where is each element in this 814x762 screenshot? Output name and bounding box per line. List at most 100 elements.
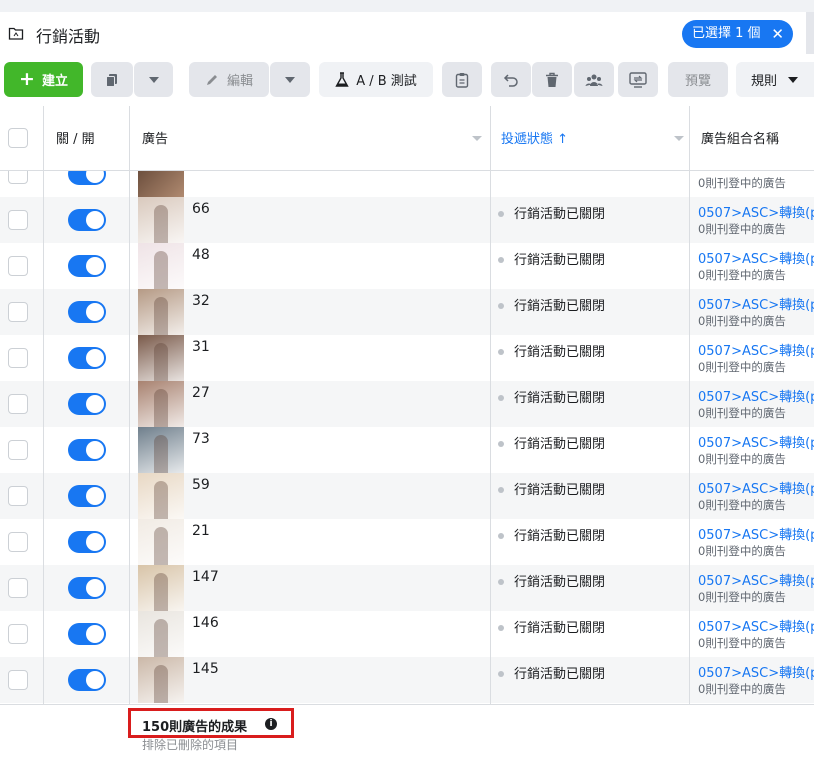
adset-name-link[interactable]: 0507>ASC>轉換(pu <box>698 202 814 221</box>
info-icon[interactable]: i <box>265 718 277 730</box>
row-toggle[interactable] <box>68 347 106 369</box>
toggle-knob <box>86 441 104 459</box>
table-row[interactable]: 27 行銷活動已關閉 0507>ASC>轉換(pu 0則刊登中的廣告 <box>0 381 814 427</box>
row-toggle[interactable] <box>68 439 106 461</box>
ad-name[interactable]: 73 <box>192 431 210 447</box>
thumbnail-figure <box>154 205 168 243</box>
ad-name[interactable]: 21 <box>192 523 210 539</box>
adset-name-link[interactable]: 0507>ASC>轉換(pu <box>698 340 814 359</box>
row-checkbox[interactable] <box>8 302 28 322</box>
table-row[interactable]: 73 行銷活動已關閉 0507>ASC>轉換(pu 0則刊登中的廣告 <box>0 427 814 473</box>
delivery-status: 行銷活動已關閉 <box>498 663 605 682</box>
ad-name[interactable]: 66 <box>192 201 210 217</box>
row-checkbox[interactable] <box>8 624 28 644</box>
audience-button[interactable] <box>574 62 614 97</box>
preview-button[interactable]: 預覽 <box>668 62 728 97</box>
clipboard-button[interactable] <box>442 62 482 97</box>
adset-name-link[interactable]: 0507>ASC>轉換(pu <box>698 524 814 543</box>
row-toggle[interactable] <box>68 623 106 645</box>
row-toggle[interactable] <box>68 393 106 415</box>
adset-name-link[interactable]: 0507>ASC>轉換(pu <box>698 248 814 267</box>
ad-thumbnail <box>138 473 184 519</box>
ad-name[interactable]: 146 <box>192 615 219 631</box>
adset-name-link[interactable]: 0507>ASC>轉換(pu <box>698 432 814 451</box>
column-header-ad[interactable]: 廣告 <box>142 128 168 147</box>
review-button[interactable] <box>618 62 658 97</box>
column-header-toggle[interactable]: 關 / 開 <box>56 128 95 147</box>
toggle-knob <box>86 257 104 275</box>
ab-test-button[interactable]: A / B 測試 <box>319 62 433 97</box>
ad-name[interactable]: 147 <box>192 569 219 585</box>
table-row[interactable]: 48 行銷活動已關閉 0507>ASC>轉換(pu 0則刊登中的廣告 <box>0 243 814 289</box>
create-button[interactable]: + 建立 <box>4 62 83 97</box>
thumbnail-figure <box>154 389 168 427</box>
delivery-status: 行銷活動已關閉 <box>498 479 605 498</box>
caret-down-icon <box>148 76 160 84</box>
rules-button[interactable]: 規則 <box>736 62 814 97</box>
row-toggle[interactable] <box>68 485 106 507</box>
row-checkbox[interactable] <box>8 532 28 552</box>
select-all-checkbox[interactable] <box>8 128 28 148</box>
row-checkbox[interactable] <box>8 394 28 414</box>
row-checkbox[interactable] <box>8 670 28 690</box>
row-toggle[interactable] <box>68 577 106 599</box>
ad-name[interactable]: 145 <box>192 661 219 677</box>
rules-label: 規則 <box>750 74 777 89</box>
sort-caret-icon[interactable] <box>674 136 684 141</box>
table-row[interactable]: 21 行銷活動已關閉 0507>ASC>轉換(pu 0則刊登中的廣告 <box>0 519 814 565</box>
table-row[interactable]: 32 行銷活動已關閉 0507>ASC>轉換(pu 0則刊登中的廣告 <box>0 289 814 335</box>
thumbnail-figure <box>154 343 168 381</box>
adset-name-link[interactable]: 0507>ASC>轉換(pu <box>698 662 814 681</box>
sort-caret-icon[interactable] <box>472 136 482 141</box>
adset-name-link[interactable]: 0507>ASC>轉換(pu <box>698 294 814 313</box>
column-header-adset-name[interactable]: 廣告組合名稱 <box>701 128 779 147</box>
row-toggle[interactable] <box>68 255 106 277</box>
table-row[interactable]: 146 行銷活動已關閉 0507>ASC>轉換(pu 0則刊登中的廣告 <box>0 611 814 657</box>
close-icon[interactable]: ✕ <box>771 20 784 48</box>
ad-name[interactable]: 27 <box>192 385 210 401</box>
table-row[interactable]: 31 行銷活動已關閉 0507>ASC>轉換(pu 0則刊登中的廣告 <box>0 335 814 381</box>
ad-name[interactable]: 59 <box>192 477 210 493</box>
row-toggle[interactable] <box>68 209 106 231</box>
delivery-status-label: 行銷活動已關閉 <box>514 345 606 360</box>
edit-button[interactable]: 編輯 <box>189 62 269 97</box>
table-row[interactable]: 66 行銷活動已關閉 0507>ASC>轉換(pu 0則刊登中的廣告 <box>0 197 814 243</box>
row-checkbox[interactable] <box>8 348 28 368</box>
column-divider <box>689 106 690 704</box>
row-checkbox[interactable] <box>8 578 28 598</box>
row-toggle[interactable] <box>68 301 106 323</box>
adset-name-link[interactable]: 0507>ASC>轉換(pu <box>698 386 814 405</box>
status-dot-icon <box>498 440 504 447</box>
status-dot-icon <box>498 302 504 309</box>
column-header-delivery[interactable]: 投遞狀態 ↑ <box>501 128 568 147</box>
table-row[interactable]: 145 行銷活動已關閉 0507>ASC>轉換(pu 0則刊登中的廣告 <box>0 657 814 703</box>
thumbnail-figure <box>154 297 168 335</box>
caret-down-icon <box>284 76 296 84</box>
row-checkbox[interactable] <box>8 256 28 276</box>
row-toggle[interactable] <box>68 669 106 691</box>
duplicate-dropdown-button[interactable] <box>134 62 173 97</box>
row-checkbox[interactable] <box>8 486 28 506</box>
results-count-label: 150則廣告的成果 <box>142 720 248 735</box>
row-checkbox[interactable] <box>8 440 28 460</box>
row-toggle[interactable] <box>68 531 106 553</box>
delete-button[interactable] <box>532 62 572 97</box>
ad-name[interactable]: 31 <box>192 339 210 355</box>
create-label: 建立 <box>41 74 68 89</box>
ad-thumbnail <box>138 243 184 289</box>
status-dot-icon <box>498 256 504 263</box>
table-row[interactable]: 59 行銷活動已關閉 0507>ASC>轉換(pu 0則刊登中的廣告 <box>0 473 814 519</box>
ad-name[interactable]: 48 <box>192 247 210 263</box>
selection-pill[interactable]: 已選擇 1 個 ✕ <box>682 20 793 48</box>
row-checkbox[interactable] <box>8 210 28 230</box>
adset-name-link[interactable]: 0507>ASC>轉換(pu <box>698 478 814 497</box>
undo-button[interactable] <box>491 62 531 97</box>
adset-name-link[interactable]: 0507>ASC>轉換(pu <box>698 570 814 589</box>
duplicate-button[interactable] <box>91 62 133 97</box>
table-row[interactable]: 147 行銷活動已關閉 0507>ASC>轉換(pu 0則刊登中的廣告 <box>0 565 814 611</box>
edit-dropdown-button[interactable] <box>270 62 310 97</box>
thumbnail-figure <box>154 527 168 565</box>
adset-name-link[interactable]: 0507>ASC>轉換(pu <box>698 616 814 635</box>
adset-sub-label: 0則刊登中的廣告 <box>698 314 786 328</box>
ad-name[interactable]: 32 <box>192 293 210 309</box>
